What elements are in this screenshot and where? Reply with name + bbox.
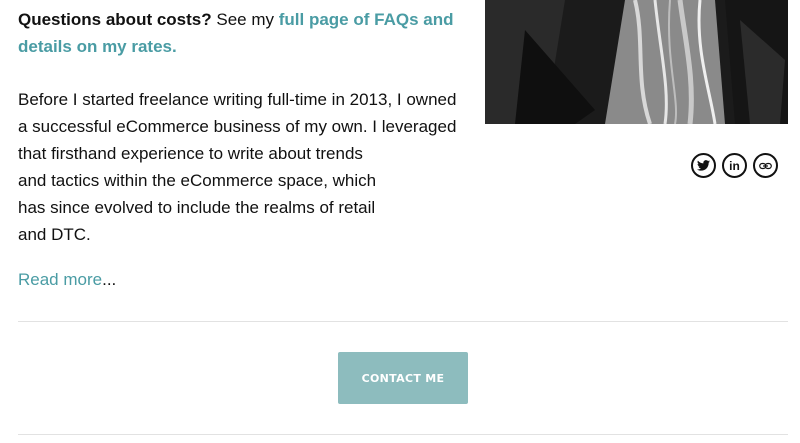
- bio-line: Before I started freelance writing full-…: [18, 90, 457, 109]
- social-links: in: [691, 153, 778, 178]
- intro-text: See my: [211, 10, 279, 29]
- linkedin-icon: in: [729, 158, 740, 173]
- section-divider: [18, 321, 788, 322]
- read-more-line: Read more...: [18, 266, 116, 293]
- twitter-icon: [697, 160, 710, 171]
- bio-line: and DTC.: [18, 225, 91, 244]
- bio-paragraph: Before I started freelance writing full-…: [18, 86, 458, 248]
- copy-link-button[interactable]: [753, 153, 778, 178]
- twitter-button[interactable]: [691, 153, 716, 178]
- contact-me-button[interactable]: CONTACT ME: [338, 352, 468, 404]
- linkedin-button[interactable]: in: [722, 153, 747, 178]
- bio-line: that firsthand experience to write about…: [18, 144, 363, 163]
- read-more-ellipsis: ...: [102, 270, 117, 289]
- costs-question: Questions about costs?: [18, 10, 212, 29]
- read-more-link[interactable]: Read more: [18, 270, 102, 289]
- bio-line: and tactics within the eCommerce space, …: [18, 171, 377, 190]
- link-icon: [759, 162, 772, 169]
- profile-photo: [485, 0, 788, 124]
- rates-intro: Questions about costs? See my full page …: [18, 6, 458, 60]
- bio-line: has since evolved to include the realms …: [18, 198, 376, 217]
- bio-line: a successful eCommerce business of my ow…: [18, 117, 457, 136]
- profile-photo-graphic: [485, 0, 788, 124]
- section-divider: [18, 434, 788, 435]
